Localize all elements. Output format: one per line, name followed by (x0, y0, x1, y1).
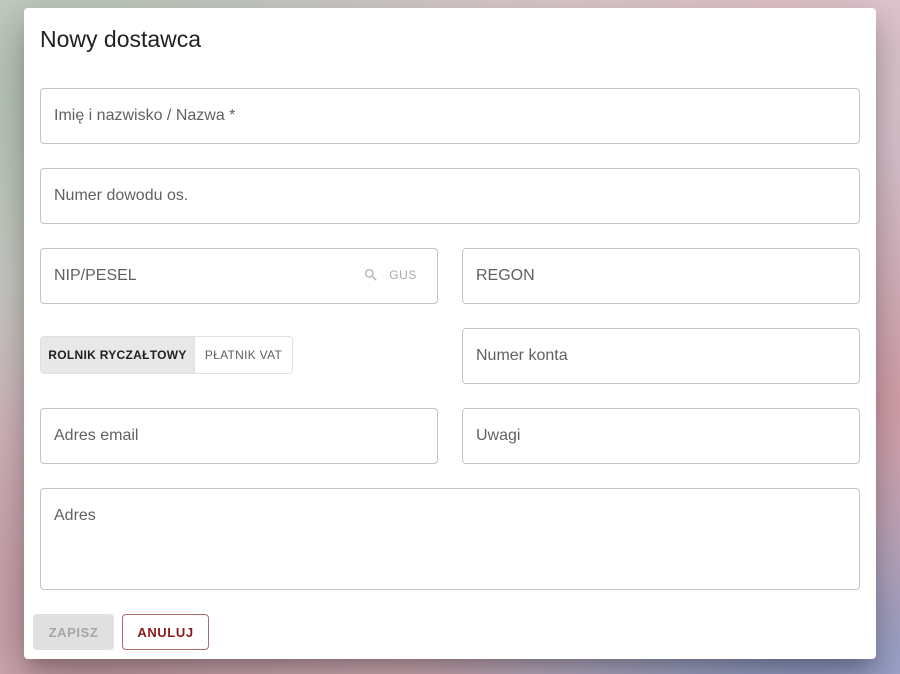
new-supplier-dialog: Nowy dostawca Imię i nazwisko / Nazwa * … (24, 8, 876, 659)
account-number-field-label: Numer konta (476, 347, 568, 364)
address-textarea[interactable]: Adres (40, 488, 860, 590)
search-icon (365, 269, 377, 281)
id-number-field-label: Numer dowodu os. (54, 187, 189, 204)
id-number-field[interactable]: Numer dowodu os. (40, 168, 860, 224)
save-button[interactable]: ZAPISZ (33, 614, 114, 650)
email-field-label: Adres email (54, 427, 139, 444)
regon-field-label: REGON (476, 267, 535, 284)
nip-pesel-field[interactable]: NIP/PESEL GUS (40, 248, 438, 304)
toggle-flat-rate-farmer[interactable]: ROLNIK RYCZAŁTOWY (41, 337, 195, 373)
nip-pesel-field-label: NIP/PESEL (54, 267, 137, 284)
email-field[interactable]: Adres email (40, 408, 438, 464)
name-field-label: Imię i nazwisko / Nazwa * (54, 107, 236, 124)
dialog-title: Nowy dostawca (40, 26, 202, 52)
name-field[interactable]: Imię i nazwisko / Nazwa * (40, 88, 860, 144)
cancel-button[interactable]: ANULUJ (122, 614, 209, 650)
toggle-vat-payer[interactable]: PŁATNIK VAT (195, 337, 292, 373)
account-number-field[interactable]: Numer konta (462, 328, 860, 384)
gus-lookup-button[interactable]: GUS (363, 267, 417, 283)
regon-field[interactable]: REGON (462, 248, 860, 304)
notes-field[interactable]: Uwagi (462, 408, 860, 464)
gus-label: GUS (389, 268, 417, 282)
notes-field-label: Uwagi (476, 427, 521, 444)
tax-type-toggle-group: ROLNIK RYCZAŁTOWY PŁATNIK VAT (40, 336, 293, 374)
address-field-label: Adres (54, 507, 96, 524)
